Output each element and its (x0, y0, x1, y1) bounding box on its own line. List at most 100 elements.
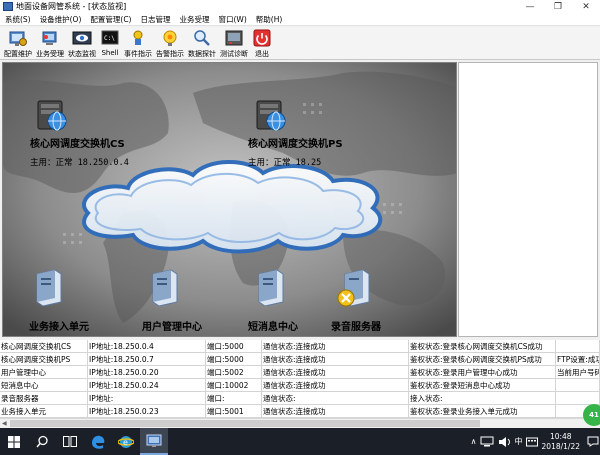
topology-view: 核心网调度交换机CS 主用：正常 18.250.0.4 核心网调度交换机PS 主… (2, 62, 457, 337)
alarm-indicator-icon (163, 30, 177, 46)
table-row[interactable]: 业务接入单元 IP地址:18.250.0.23 端口:5001 通信状态:连接成… (0, 405, 600, 418)
cell-port: 端口: (206, 392, 262, 405)
cell-device: 短消息中心 (0, 379, 88, 392)
alarm-indicator-label: 告警指示 (156, 50, 184, 58)
alarm-indicator-button[interactable]: 告警指示 (156, 27, 184, 60)
floating-badge[interactable]: 41 (583, 404, 600, 426)
node-label-access-unit: 业务接入单元 (29, 322, 89, 333)
server-icon[interactable] (149, 268, 179, 306)
table-row[interactable]: 核心网调度交换机PS IP地址:18.250.0.7 端口:5000 通信状态:… (0, 353, 600, 366)
status-monitor-button[interactable]: 状态监视 (68, 27, 96, 60)
cell-comm: 通信状态:连接成功 (262, 405, 409, 418)
table-row[interactable]: 录音服务器 IP地址: 端口: 通信状态: 接入状态: (0, 392, 600, 405)
search-icon (35, 435, 48, 448)
node-status-ps-value: 正常 18.25 (273, 158, 322, 168)
task-view-icon (63, 436, 77, 447)
svg-text:C:\: C:\ (104, 35, 115, 42)
menu-business-acceptance[interactable]: 业务受理 (179, 14, 209, 25)
menu-window[interactable]: 窗口(W) (218, 14, 246, 25)
test-diagnosis-button[interactable]: 测试诊断 (220, 27, 248, 60)
volume-icon[interactable] (498, 436, 512, 448)
table-row[interactable]: 用户管理中心 IP地址:18.250.0.20 端口:5002 通信状态:连接成… (0, 366, 600, 379)
clock[interactable]: 10:48 2018/1/22 (542, 432, 580, 452)
cell-comm: 通信状态: (262, 392, 409, 405)
server-fault-icon[interactable] (337, 268, 373, 308)
globe-server-icon[interactable] (32, 97, 70, 133)
config-maintenance-label: 配置维护 (4, 50, 32, 58)
cell-ip: IP地址: (88, 392, 206, 405)
cell-ip: IP地址:18.250.0.4 (88, 340, 206, 353)
business-acceptance-button[interactable]: 业务受理 (36, 27, 64, 60)
menu-config-management[interactable]: 配置管理(C) (90, 14, 131, 25)
node-label-user-mgmt: 用户管理中心 (142, 322, 202, 333)
node-status-ps: 主用：正常 18.25 (248, 156, 321, 168)
window-controls: — ❐ ✕ (516, 0, 600, 13)
menu-help[interactable]: 帮助(H) (256, 14, 283, 25)
config-maintenance-icon (9, 31, 27, 46)
menu-device-maintenance[interactable]: 设备维护(O) (40, 14, 82, 25)
taskbar-ie[interactable]: e (112, 428, 140, 455)
cell-auth: 鉴权状态:登录短消息中心成功 (409, 379, 556, 392)
exit-label: 退出 (255, 50, 269, 58)
chevron-up-icon[interactable]: ∧ (471, 437, 477, 446)
notification-icon (587, 436, 599, 447)
cell-comm: 通信状态:连接成功 (262, 379, 409, 392)
ime-icon[interactable] (525, 436, 538, 448)
windows-logo-icon (8, 435, 20, 448)
business-acceptance-label: 业务受理 (36, 50, 64, 58)
scrollbar-thumb[interactable] (10, 420, 480, 427)
data-probe-button[interactable]: 数据探针 (188, 27, 216, 60)
globe-server-icon[interactable] (251, 97, 289, 133)
node-label-cs: 核心网调度交换机CS (30, 139, 125, 150)
node-label-recording-server: 录音服务器 (331, 322, 381, 333)
taskbar-task-view[interactable] (56, 428, 84, 455)
server-icon[interactable] (33, 268, 63, 306)
table-row[interactable]: 短消息中心 IP地址:18.250.0.24 端口:10002 通信状态:连接成… (0, 379, 600, 392)
shell-button[interactable]: C:\ Shell (100, 27, 120, 60)
cell-auth: 接入状态: (409, 392, 556, 405)
restore-button[interactable]: ❐ (544, 0, 572, 13)
status-table: 核心网调度交换机CS IP地址:18.250.0.4 端口:5000 通信状态:… (0, 340, 600, 428)
taskbar-search[interactable] (28, 428, 56, 455)
start-button[interactable] (0, 428, 28, 455)
cell-comm: 通信状态:连接成功 (262, 366, 409, 379)
close-button[interactable]: ✕ (572, 0, 600, 13)
window-title: 地面设备网管系统 - [状态监视] (16, 2, 127, 11)
system-tray: ∧ 中 10:48 2018/1/22 (468, 428, 600, 455)
cell-auth: 鉴权状态:登录核心网调度交换机CS成功 (409, 340, 556, 353)
cell-comm: 通信状态:连接成功 (262, 340, 409, 353)
right-panel (458, 62, 598, 337)
menu-system[interactable]: 系统(S) (5, 14, 31, 25)
horizontal-scrollbar[interactable]: ◀ ▶ (0, 418, 600, 428)
cell-port: 端口:5001 (206, 405, 262, 418)
app-icon (3, 2, 13, 11)
taskbar-edge[interactable] (84, 428, 112, 455)
cell-device: 用户管理中心 (0, 366, 88, 379)
node-label-sms-center: 短消息中心 (248, 322, 298, 333)
cell-ip: IP地址:18.250.0.23 (88, 405, 206, 418)
config-maintenance-button[interactable]: 配置维护 (4, 27, 32, 60)
notification-button[interactable] (586, 428, 600, 455)
event-indicator-button[interactable]: 事件指示 (124, 27, 152, 60)
network-icon[interactable] (480, 436, 494, 447)
minimize-button[interactable]: — (516, 0, 544, 13)
cell-extra: FTP设置:成功 (557, 353, 600, 366)
server-icon[interactable] (255, 268, 285, 306)
data-probe-label: 数据探针 (188, 50, 216, 58)
status-monitor-icon (72, 31, 92, 45)
scroll-left-icon[interactable]: ◀ (2, 419, 7, 428)
menu-log-management[interactable]: 日志管理 (140, 14, 170, 25)
cell-auth: 鉴权状态:登录用户管理中心成功 (409, 366, 556, 379)
cell-port: 端口:5000 (206, 340, 262, 353)
clock-date: 2018/1/22 (541, 441, 580, 451)
taskbar-app[interactable] (140, 428, 168, 455)
cell-ip: IP地址:18.250.0.7 (88, 353, 206, 366)
table-row[interactable]: 核心网调度交换机CS IP地址:18.250.0.4 端口:5000 通信状态:… (0, 340, 600, 353)
node-status-cs-prefix: 主用： (30, 158, 56, 168)
exit-button[interactable]: 退出 (252, 27, 272, 60)
svg-text:e: e (123, 438, 128, 447)
cell-device: 业务接入单元 (0, 405, 88, 418)
title-bar: 地面设备网管系统 - [状态监视] — ❐ ✕ (0, 0, 600, 13)
menu-bar: 系统(S) 设备维护(O) 配置管理(C) 日志管理 业务受理 窗口(W) 帮助… (0, 13, 600, 26)
input-language[interactable]: 中 (515, 436, 523, 447)
